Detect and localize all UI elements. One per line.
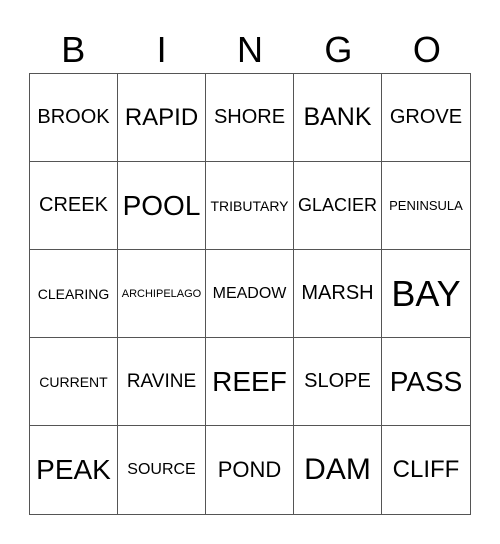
- bingo-cell[interactable]: MEADOW: [206, 250, 294, 338]
- header-letter-b: B: [61, 29, 86, 70]
- bingo-cell[interactable]: GROVE: [382, 74, 470, 162]
- bingo-cell[interactable]: CLEARING: [30, 250, 118, 338]
- bingo-cell[interactable]: BAY: [382, 250, 470, 338]
- bingo-cell[interactable]: PEAK: [30, 426, 118, 514]
- bingo-cell[interactable]: MARSH: [294, 250, 382, 338]
- bingo-cell[interactable]: CREEK: [30, 162, 118, 250]
- bingo-cell[interactable]: SHORE: [206, 74, 294, 162]
- bingo-cell[interactable]: RAVINE: [118, 338, 206, 426]
- bingo-cell[interactable]: RAPID: [118, 74, 206, 162]
- bingo-cell[interactable]: POOL: [118, 162, 206, 250]
- bingo-cell[interactable]: PASS: [382, 338, 470, 426]
- bingo-card-grid: BROOK RAPID SHORE BANK GROVE CREEK POOL …: [29, 73, 471, 515]
- header-letter-n: N: [237, 29, 264, 70]
- header-letter-i: I: [156, 29, 167, 70]
- bingo-cell[interactable]: GLACIER: [294, 162, 382, 250]
- bingo-cell[interactable]: BROOK: [30, 74, 118, 162]
- bingo-cell[interactable]: REEF: [206, 338, 294, 426]
- bingo-cell[interactable]: POND: [206, 426, 294, 514]
- bingo-cell[interactable]: ARCHIPELAGO: [118, 250, 206, 338]
- header-letter-g: G: [324, 29, 353, 70]
- header-letter-o: O: [412, 29, 441, 70]
- bingo-cell[interactable]: CLIFF: [382, 426, 470, 514]
- bingo-header: B I N G O: [29, 28, 471, 72]
- bingo-cell[interactable]: TRIBUTARY: [206, 162, 294, 250]
- bingo-cell[interactable]: SLOPE: [294, 338, 382, 426]
- bingo-cell[interactable]: SOURCE: [118, 426, 206, 514]
- bingo-cell[interactable]: CURRENT: [30, 338, 118, 426]
- bingo-cell[interactable]: DAM: [294, 426, 382, 514]
- bingo-cell[interactable]: PENINSULA: [382, 162, 470, 250]
- bingo-cell[interactable]: BANK: [294, 74, 382, 162]
